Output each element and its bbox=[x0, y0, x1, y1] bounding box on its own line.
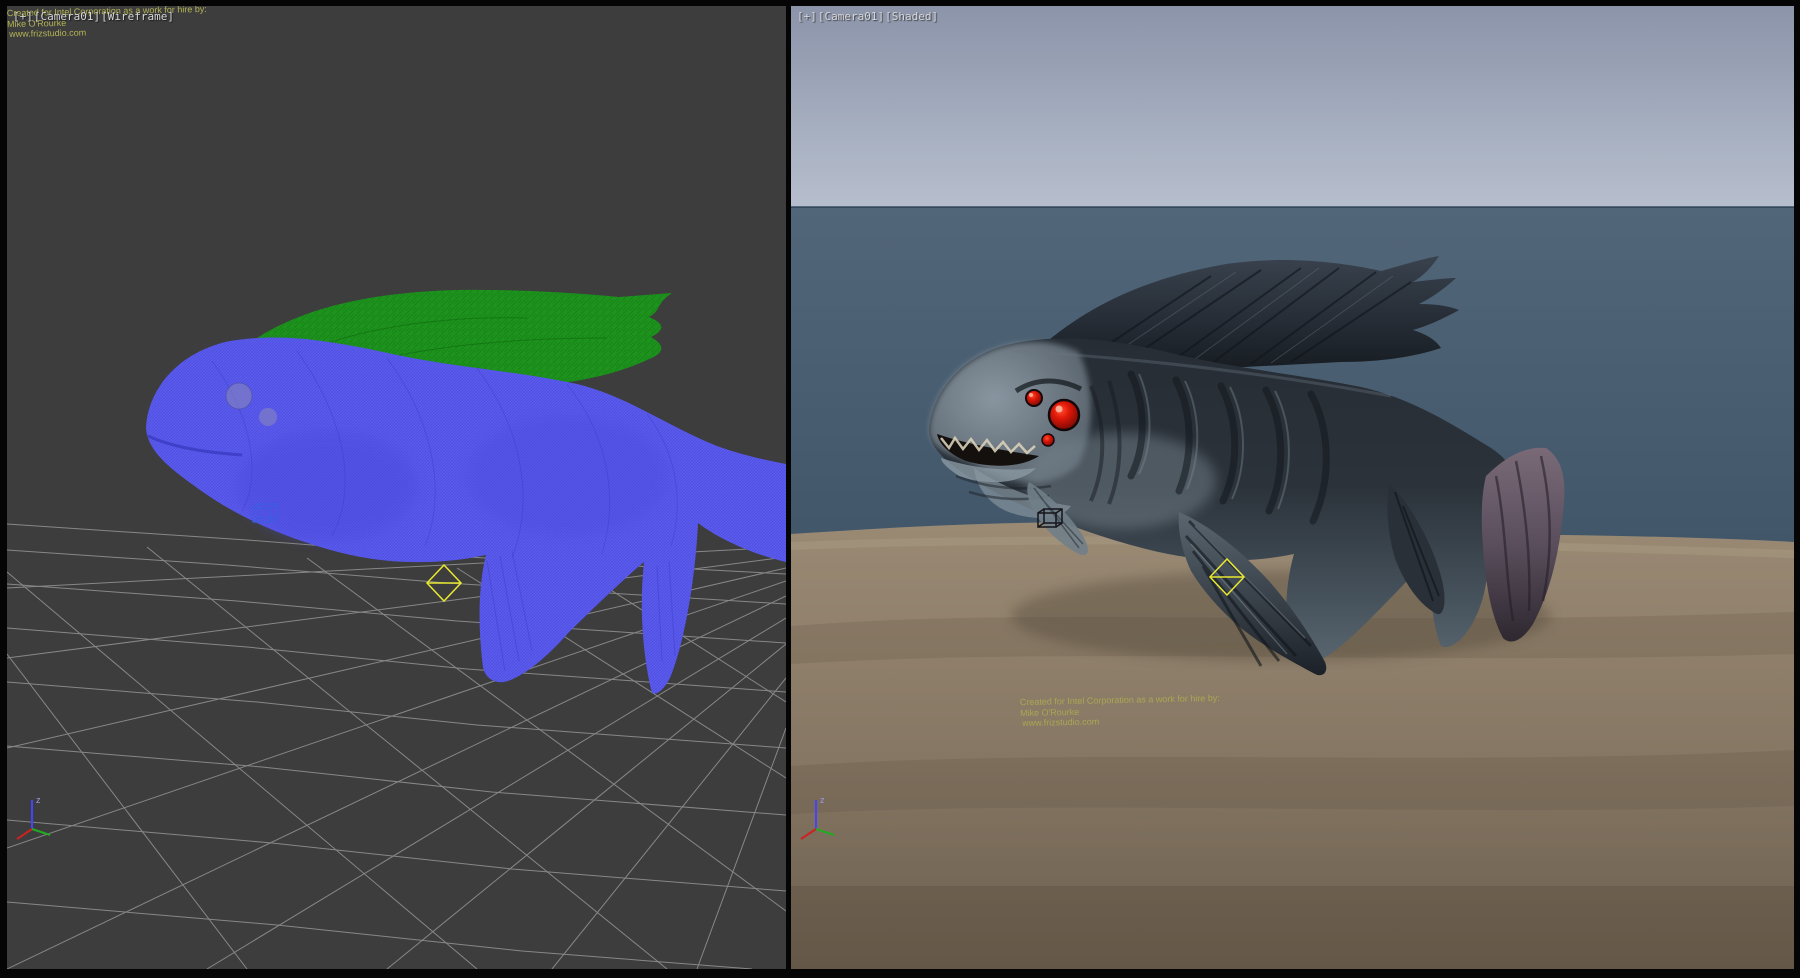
sky bbox=[791, 6, 1794, 207]
viewport-shaded[interactable]: [+][Camera01][Shaded] bbox=[791, 6, 1794, 969]
horizon-line bbox=[791, 206, 1794, 208]
viewport-label-shaded: [+][Camera01][Shaded] bbox=[797, 10, 939, 23]
viewport-menu-shading[interactable]: [Wireframe] bbox=[101, 10, 174, 23]
viewport-menu-pov[interactable]: [Camera01] bbox=[818, 10, 884, 23]
viewport-label-wireframe: [+][Camera01][Wireframe] bbox=[13, 10, 175, 23]
viewport-menu-general[interactable]: [+] bbox=[13, 10, 33, 23]
shaded-scene: z bbox=[791, 6, 1794, 969]
viewport-menu-general[interactable]: [+] bbox=[797, 10, 817, 23]
watermark-text: Created for Intel Corporation as a work … bbox=[1020, 693, 1221, 729]
wireframe-scene: z bbox=[7, 6, 786, 969]
viewport-wireframe[interactable]: [+][Camera01][Wireframe] bbox=[7, 6, 786, 969]
axis-z-label: z bbox=[820, 795, 825, 805]
viewport-split-container: [+][Camera01][Wireframe] bbox=[0, 0, 1800, 978]
fish-eye-spot bbox=[259, 408, 277, 426]
viewport-menu-shading[interactable]: [Shaded] bbox=[885, 10, 938, 23]
viewport-menu-pov[interactable]: [Camera01] bbox=[34, 10, 100, 23]
axis-z-label: z bbox=[36, 795, 41, 805]
